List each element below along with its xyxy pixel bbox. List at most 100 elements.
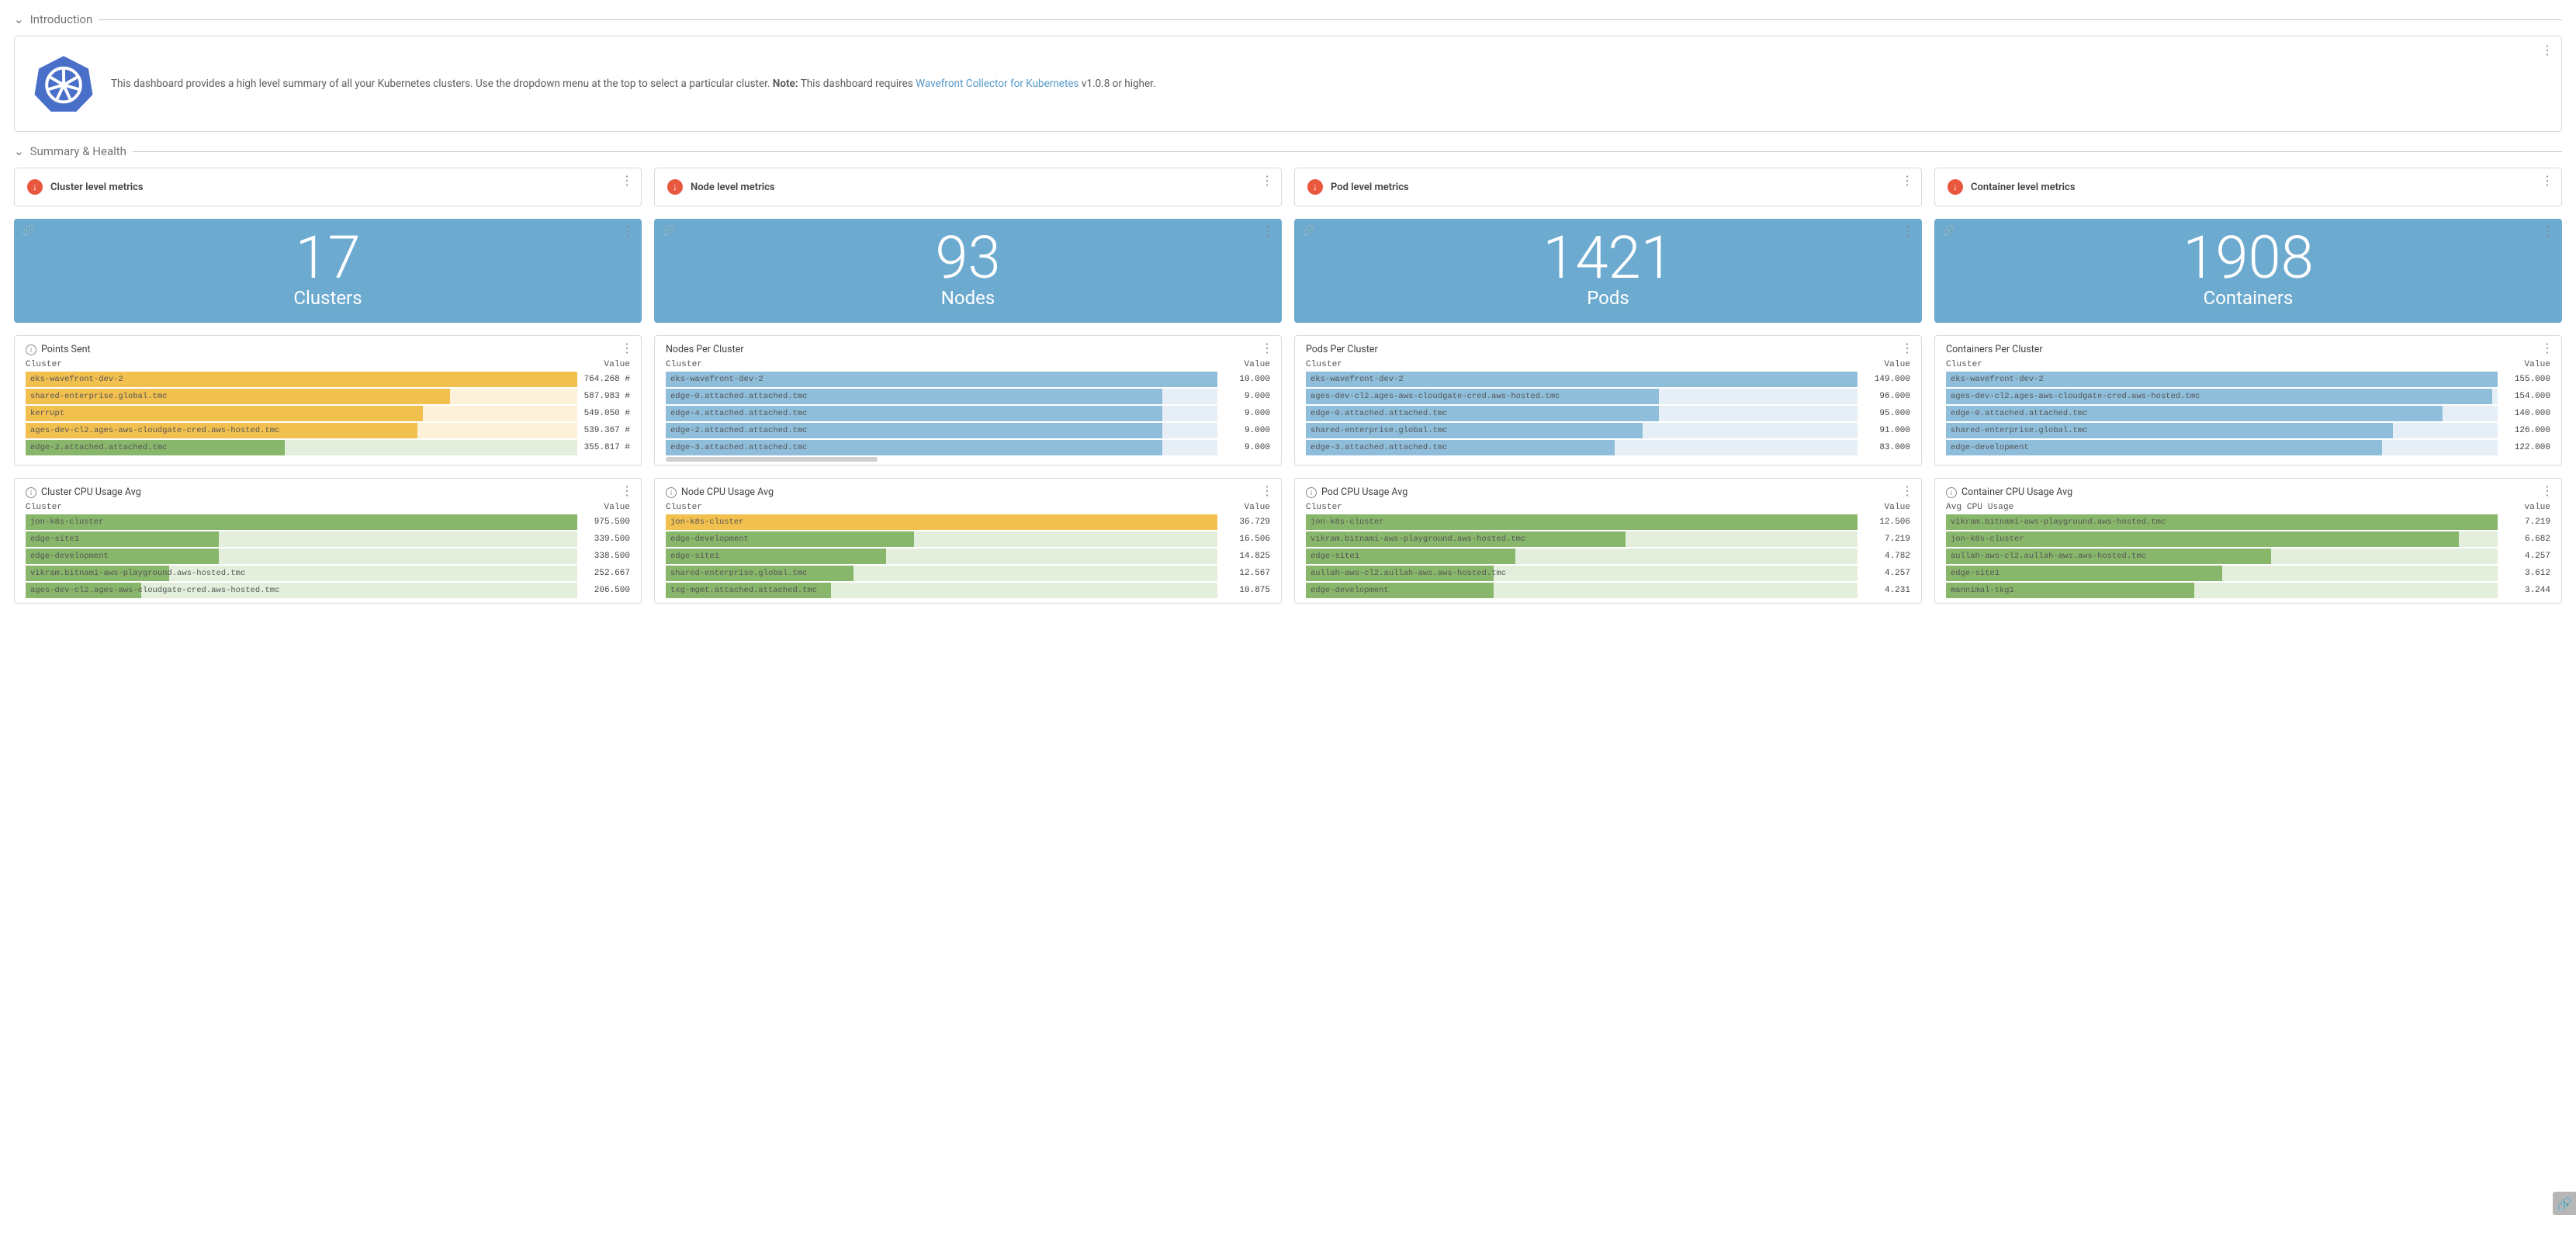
kebab-icon[interactable]: ⋮ bbox=[621, 223, 634, 238]
kebab-icon[interactable]: ⋮ bbox=[1901, 173, 1913, 188]
bar-label: vikram.bitnami-aws-playground.aws-hosted… bbox=[26, 569, 245, 578]
kebab-icon[interactable]: ⋮ bbox=[1261, 341, 1273, 355]
kebab-icon[interactable]: ⋮ bbox=[1262, 223, 1274, 238]
list-item[interactable]: aullah-aws-cl2.aullah-aws.aws-hosted.tmc… bbox=[1306, 566, 1910, 581]
bar-fill bbox=[26, 406, 423, 421]
kebab-icon[interactable]: ⋮ bbox=[621, 173, 633, 188]
list-item[interactable]: jon-k8s-cluster36.729 bbox=[666, 514, 1270, 530]
kebab-icon[interactable]: ⋮ bbox=[621, 483, 633, 498]
share-link-button[interactable]: 🔗 bbox=[2553, 1192, 2576, 1215]
kebab-icon[interactable]: ⋮ bbox=[1261, 483, 1273, 498]
section-header-summary[interactable]: ⌄ Summary & Health bbox=[14, 144, 2562, 158]
big-tile-containers[interactable]: 🔗 ⋮ 1908 Containers bbox=[1934, 219, 2562, 323]
kebab-icon[interactable]: ⋮ bbox=[1901, 483, 1913, 498]
list-item[interactable]: edge-0.attached.attached.tmc9.000 bbox=[666, 389, 1270, 404]
list-item[interactable]: edge-site114.825 bbox=[666, 549, 1270, 564]
list-item[interactable]: ages-dev-cl2.ages-aws-cloudgate-cred.aws… bbox=[1306, 389, 1910, 404]
list-item[interactable]: shared-enterprise.global.tmc12.567 bbox=[666, 566, 1270, 581]
bar-fill bbox=[666, 514, 1217, 530]
link-icon[interactable]: 🔗 bbox=[662, 225, 674, 237]
bar-value: 122.000 bbox=[2499, 443, 2550, 452]
list-item[interactable]: txg-mgmt.attached.attached.tmc10.875 bbox=[666, 583, 1270, 598]
kebab-icon[interactable]: ⋮ bbox=[621, 341, 633, 355]
list-item[interactable]: shared-enterprise.global.tmc91.000 bbox=[1306, 423, 1910, 438]
list-item[interactable]: ages-dev-cl2.ages-aws-cloudgate-cred.aws… bbox=[26, 583, 630, 598]
big-tile-nodes[interactable]: 🔗 ⋮ 93 Nodes bbox=[654, 219, 1282, 323]
info-icon[interactable]: i bbox=[26, 344, 36, 355]
col-left: Cluster bbox=[1306, 503, 1342, 512]
list-item[interactable]: edge-3.attached.attached.tmc83.000 bbox=[1306, 440, 1910, 455]
list-item[interactable]: edge-2.attached.attached.tmc9.000 bbox=[666, 423, 1270, 438]
list-item[interactable]: edge-3.attached.attached.tmc9.000 bbox=[666, 440, 1270, 455]
big-tile-clusters[interactable]: 🔗 ⋮ 17 Clusters bbox=[14, 219, 642, 323]
list-item[interactable]: edge-2.attached.attached.tmc355.817 # bbox=[26, 440, 630, 455]
list-item[interactable]: edge-development122.000 bbox=[1946, 440, 2550, 455]
divider bbox=[99, 19, 2562, 20]
list-item[interactable]: eks-wavefront-dev-2155.000 bbox=[1946, 372, 2550, 387]
bar-value: 12.506 bbox=[1859, 517, 1910, 527]
info-icon[interactable]: i bbox=[666, 487, 677, 498]
bar-label: aullah-aws-cl2.aullah-aws.aws-hosted.tmc bbox=[1946, 552, 2146, 561]
list-item[interactable]: eks-wavefront-dev-2149.000 bbox=[1306, 372, 1910, 387]
list-item[interactable]: vikram.bitnami-aws-playground.aws-hosted… bbox=[1946, 514, 2550, 530]
col-right: Value bbox=[1244, 360, 1270, 369]
bar-value: 83.000 bbox=[1859, 443, 1910, 452]
list-item[interactable]: kerrupt549.050 # bbox=[26, 406, 630, 421]
bar-value: 338.500 bbox=[579, 552, 630, 561]
bar-label: edge-development bbox=[26, 552, 109, 561]
list-item[interactable]: edge-development16.506 bbox=[666, 531, 1270, 547]
list-item[interactable]: vikram.bitnami-aws-playground.aws-hosted… bbox=[26, 566, 630, 581]
bar-label: edge-development bbox=[1306, 586, 1389, 595]
bar-label: ages-dev-cl2.ages-aws-cloudgate-cred.aws… bbox=[1946, 392, 2200, 401]
list-item[interactable]: mannimal-tkg13.244 bbox=[1946, 583, 2550, 598]
list-item[interactable]: aullah-aws-cl2.aullah-aws.aws-hosted.tmc… bbox=[1946, 549, 2550, 564]
list-item[interactable]: edge-site13.612 bbox=[1946, 566, 2550, 581]
bar-label: jon-k8s-cluster bbox=[1946, 535, 2024, 544]
link-icon[interactable]: 🔗 bbox=[1942, 225, 1955, 237]
big-tile-pods[interactable]: 🔗 ⋮ 1421 Pods bbox=[1294, 219, 1922, 323]
info-icon[interactable]: i bbox=[26, 487, 36, 498]
list-item[interactable]: edge-site1339.500 bbox=[26, 531, 630, 547]
metric-title-label: Container level metrics bbox=[1971, 182, 2076, 193]
info-icon[interactable]: i bbox=[1946, 487, 1957, 498]
kebab-icon[interactable]: ⋮ bbox=[2542, 223, 2554, 238]
kebab-icon[interactable]: ⋮ bbox=[2541, 173, 2553, 188]
kebab-icon[interactable]: ⋮ bbox=[1902, 223, 1914, 238]
bar-value: 4.231 bbox=[1859, 586, 1910, 595]
big-tile-label: Pods bbox=[1294, 287, 1922, 309]
list-item[interactable]: edge-development 4.231 bbox=[1306, 583, 1910, 598]
scrollbar[interactable] bbox=[666, 457, 1270, 462]
list-item[interactable]: shared-enterprise.global.tmc126.000 bbox=[1946, 423, 2550, 438]
link-icon[interactable]: 🔗 bbox=[22, 225, 34, 237]
list-item[interactable]: edge-0.attached.attached.tmc95.000 bbox=[1306, 406, 1910, 421]
intro-link[interactable]: Wavefront Collector for Kubernetes bbox=[916, 78, 1079, 90]
list-item[interactable]: edge-site14.782 bbox=[1306, 549, 1910, 564]
bar-label: edge-0.attached.attached.tmc bbox=[1946, 409, 2087, 418]
col-right: Value bbox=[1244, 503, 1270, 512]
list-item[interactable]: edge-development 338.500 bbox=[26, 549, 630, 564]
kebab-icon[interactable]: ⋮ bbox=[2541, 43, 2553, 57]
list-item[interactable]: edge-4.attached.attached.tmc9.000 bbox=[666, 406, 1270, 421]
list-item[interactable]: eks-wavefront-dev-210.000 bbox=[666, 372, 1270, 387]
kebab-icon[interactable]: ⋮ bbox=[2541, 483, 2553, 498]
list-item[interactable]: ages-dev-cl2.ages-aws-cloudgate-cred.aws… bbox=[1946, 389, 2550, 404]
list-item[interactable]: jon-k8s-cluster975.500 bbox=[26, 514, 630, 530]
kebab-icon[interactable]: ⋮ bbox=[2541, 341, 2553, 355]
list-item[interactable]: shared-enterprise.global.tmc587.983 # bbox=[26, 389, 630, 404]
list-title: Container CPU Usage Avg bbox=[1961, 486, 2072, 498]
kebab-icon[interactable]: ⋮ bbox=[1901, 341, 1913, 355]
big-tile-label: Containers bbox=[1934, 287, 2562, 309]
big-tile-row: 🔗 ⋮ 17 Clusters 🔗 ⋮ 93 Nodes 🔗 ⋮ 1421 Po… bbox=[14, 219, 2562, 323]
list-item[interactable]: jon-k8s-cluster12.506 bbox=[1306, 514, 1910, 530]
kebab-icon[interactable]: ⋮ bbox=[1261, 173, 1273, 188]
list-item[interactable]: ages-dev-cl2.ages-aws-cloudgate-cred.aws… bbox=[26, 423, 630, 438]
list-item[interactable]: vikram.bitnami-aws-playground.aws-hosted… bbox=[1306, 531, 1910, 547]
info-icon[interactable]: i bbox=[1306, 487, 1317, 498]
list-item[interactable]: eks-wavefront-dev-2764.268 # bbox=[26, 372, 630, 387]
list-title-row: Nodes Per Cluster bbox=[666, 344, 1270, 355]
list-item[interactable]: edge-0.attached.attached.tmc140.000 bbox=[1946, 406, 2550, 421]
link-icon[interactable]: 🔗 bbox=[1302, 225, 1314, 237]
list-item[interactable]: jon-k8s-cluster6.682 bbox=[1946, 531, 2550, 547]
bar-label: edge-0.attached.attached.tmc bbox=[666, 392, 807, 401]
section-header-introduction[interactable]: ⌄ Introduction bbox=[14, 12, 2562, 26]
